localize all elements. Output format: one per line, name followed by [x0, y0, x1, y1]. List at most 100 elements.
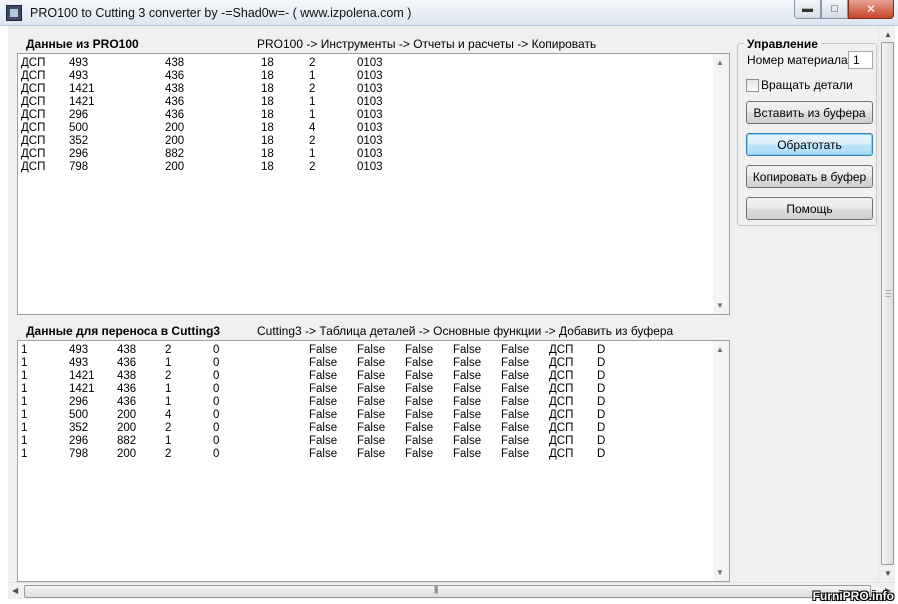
list-cell: ДСП: [21, 148, 46, 160]
source-data-scrollbar[interactable]: ▲ ▼: [713, 54, 729, 314]
list-row: ДСП 493 436 18 1 0103: [21, 70, 711, 83]
list-cell: 1421: [69, 370, 95, 382]
list-cell: False: [453, 383, 482, 395]
list-cell: False: [357, 370, 386, 382]
list-row: ДСП 1421 438 18 2 0103: [21, 83, 711, 96]
form-vertical-scrollbar[interactable]: ▲ — — — ▼: [878, 26, 895, 582]
list-cell: 1: [21, 448, 28, 460]
list-cell: 0: [213, 357, 220, 369]
list-cell: 438: [117, 370, 137, 382]
scroll-up-icon[interactable]: ▲: [716, 58, 724, 67]
close-button[interactable]: ✕: [848, 0, 894, 19]
target-data-scrollbar[interactable]: ▲ ▼: [713, 341, 729, 581]
scroll-up-icon[interactable]: ▲: [884, 30, 892, 39]
list-cell: False: [309, 370, 338, 382]
copy-to-clipboard-button[interactable]: Копировать в буфер: [746, 165, 873, 188]
rotate-parts-label[interactable]: Вращать детали: [761, 78, 853, 92]
rotate-parts-checkbox[interactable]: [746, 79, 759, 92]
app-icon: [6, 5, 22, 21]
horizontal-scroll-thumb[interactable]: [24, 585, 871, 598]
list-cell: ДСП: [549, 435, 574, 447]
list-row: 1 352 200 2 0 False False False False False ДСП D: [21, 422, 711, 435]
list-cell: 1: [165, 396, 172, 408]
list-cell: False: [357, 344, 386, 356]
source-data-textarea[interactable]: ДСП 493 438 18 2 0103 ДСП 493 436 18 1 0103 ДСП 1421 4…: [17, 53, 730, 315]
list-cell: 0: [213, 448, 220, 460]
list-row: 1 798 200 2 0 False False False False False ДСП D: [21, 448, 711, 461]
list-cell: False: [453, 422, 482, 434]
list-cell: False: [453, 409, 482, 421]
list-cell: 2: [309, 83, 316, 95]
scroll-down-icon[interactable]: ▼: [716, 301, 724, 310]
list-cell: 0103: [357, 57, 383, 69]
list-cell: False: [405, 383, 434, 395]
list-cell: ДСП: [21, 161, 46, 173]
list-cell: 493: [69, 57, 89, 69]
list-cell: ДСП: [549, 409, 574, 421]
list-cell: 1: [309, 109, 316, 121]
form-horizontal-scrollbar[interactable]: ◀ ||| ▶: [8, 582, 895, 599]
target-data-textarea[interactable]: 1 493 438 2 0 False False False False False ДСП D 1 4…: [17, 340, 730, 582]
list-cell: 798: [69, 161, 89, 173]
maximize-button[interactable]: □: [821, 0, 848, 19]
paste-from-clipboard-button[interactable]: Вставить из буфера: [746, 101, 873, 124]
list-cell: 438: [165, 83, 185, 95]
list-cell: 1421: [69, 83, 95, 95]
list-cell: 436: [165, 109, 185, 121]
list-cell: False: [309, 383, 338, 395]
process-button[interactable]: Обратотать: [746, 133, 873, 156]
list-cell: False: [405, 435, 434, 447]
list-cell: 882: [165, 148, 185, 160]
scroll-up-icon[interactable]: ▲: [716, 345, 724, 354]
list-cell: 18: [261, 135, 274, 147]
list-cell: 18: [261, 57, 274, 69]
list-cell: False: [453, 357, 482, 369]
title-bar: PRO100 to Cutting 3 converter by -=Shad0…: [0, 0, 898, 26]
list-row: ДСП 352 200 18 2 0103: [21, 135, 711, 148]
material-number-input[interactable]: 1: [848, 51, 873, 69]
list-cell: False: [453, 435, 482, 447]
list-row: 1 500 200 4 0 False False False False False ДСП D: [21, 409, 711, 422]
vertical-scroll-thumb[interactable]: [881, 42, 894, 565]
list-row: 1 1421 438 2 0 False False False False False ДСП D: [21, 370, 711, 383]
list-cell: 493: [69, 357, 89, 369]
list-cell: False: [453, 344, 482, 356]
list-cell: 2: [165, 370, 172, 382]
list-row: 1 296 436 1 0 False False False False False ДСП D: [21, 396, 711, 409]
list-cell: False: [453, 448, 482, 460]
list-cell: D: [597, 344, 606, 356]
list-cell: 1: [165, 357, 172, 369]
list-cell: False: [405, 370, 434, 382]
list-cell: 1: [21, 396, 28, 408]
list-cell: 1: [21, 344, 28, 356]
list-cell: 18: [261, 83, 274, 95]
minimize-button[interactable]: ▬: [794, 0, 821, 19]
list-cell: 493: [69, 70, 89, 82]
list-cell: False: [453, 396, 482, 408]
list-cell: False: [501, 370, 530, 382]
list-cell: 436: [117, 396, 137, 408]
maximize-icon: □: [831, 3, 838, 15]
list-cell: False: [357, 448, 386, 460]
list-cell: 436: [165, 96, 185, 108]
list-cell: D: [597, 422, 606, 434]
scroll-down-icon[interactable]: ▼: [716, 568, 724, 577]
scroll-left-icon[interactable]: ◀: [12, 586, 18, 595]
list-row: ДСП 296 882 18 1 0103: [21, 148, 711, 161]
list-cell: 2: [309, 135, 316, 147]
list-cell: ДСП: [21, 109, 46, 121]
list-cell: 18: [261, 148, 274, 160]
list-cell: 2: [309, 161, 316, 173]
list-cell: ДСП: [549, 448, 574, 460]
list-cell: False: [405, 344, 434, 356]
minimize-icon: ▬: [802, 3, 813, 15]
list-cell: False: [501, 448, 530, 460]
list-row: 1 1421 436 1 0 False False False False False ДСП D: [21, 383, 711, 396]
list-cell: False: [501, 422, 530, 434]
material-number-label: Номер материала:: [747, 53, 852, 67]
scroll-grip-icon: |||: [434, 585, 438, 594]
list-cell: False: [453, 370, 482, 382]
list-cell: ДСП: [21, 96, 46, 108]
help-button[interactable]: Помощь: [746, 197, 873, 220]
scroll-down-icon[interactable]: ▼: [884, 569, 892, 578]
